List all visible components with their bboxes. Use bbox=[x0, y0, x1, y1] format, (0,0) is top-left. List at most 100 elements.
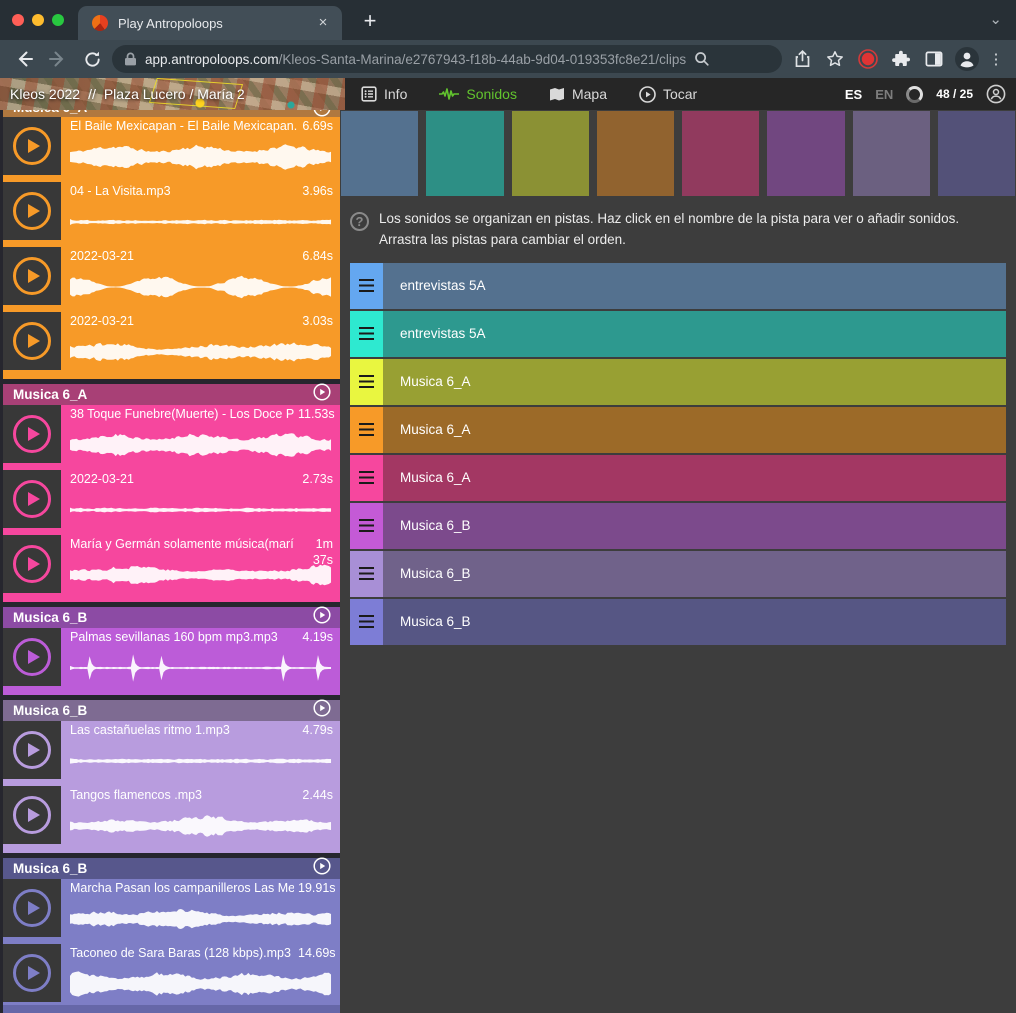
clip-title: 2022-03-21 bbox=[70, 472, 298, 486]
track-row[interactable]: Musica 6_B bbox=[350, 503, 1006, 549]
track-section-header[interactable]: Musica 6_A bbox=[3, 110, 340, 117]
tab-search-chevron-icon[interactable]: ⌄ bbox=[989, 10, 1002, 28]
lang-en[interactable]: EN bbox=[875, 87, 893, 102]
track-row[interactable]: entrevistas 5A bbox=[350, 311, 1006, 357]
tab-close-icon[interactable]: × bbox=[314, 14, 332, 32]
clip[interactable]: 2022-03-216.84s bbox=[3, 247, 340, 307]
track-name-button[interactable]: Musica 6_B bbox=[383, 551, 1006, 597]
clip-play-button[interactable] bbox=[3, 628, 61, 686]
track-drag-handle[interactable] bbox=[350, 407, 383, 453]
track-name-button[interactable]: entrevistas 5A bbox=[383, 311, 1006, 357]
clip[interactable]: María y Germán solamente música(maría 2.… bbox=[3, 535, 340, 595]
section-play-button[interactable] bbox=[313, 699, 331, 722]
track-name-button[interactable]: Musica 6_B bbox=[383, 599, 1006, 645]
new-tab-button[interactable]: + bbox=[356, 8, 384, 36]
track-drag-handle[interactable] bbox=[350, 455, 383, 501]
clip-waveform bbox=[70, 495, 333, 525]
track-drag-handle[interactable] bbox=[350, 551, 383, 597]
track-name-button[interactable]: Musica 6_A bbox=[383, 407, 1006, 453]
clip[interactable]: Taconeo de Sara Baras (128 kbps).mp314.6… bbox=[3, 944, 340, 1004]
clip-play-button[interactable] bbox=[3, 470, 61, 528]
lang-es[interactable]: ES bbox=[845, 87, 862, 102]
address-bar[interactable]: app.antropoloops.com/Kleos-Santa-Marina/… bbox=[112, 45, 782, 73]
zoom-icon[interactable] bbox=[694, 51, 710, 67]
track-color-swatch[interactable] bbox=[682, 111, 759, 196]
track-section-header[interactable]: Musica 6_B bbox=[3, 858, 340, 879]
breadcrumb-project[interactable]: Kleos 2022 bbox=[10, 86, 80, 102]
clip-duration: 2.73s bbox=[302, 472, 333, 488]
clip-play-button[interactable] bbox=[3, 312, 61, 370]
section-play-button[interactable] bbox=[313, 383, 331, 406]
map-thumbnail[interactable]: Kleos 2022 // Plaza Lucero / María 2 bbox=[0, 78, 345, 110]
window-close-icon[interactable] bbox=[12, 14, 24, 26]
clip-play-button[interactable] bbox=[3, 117, 61, 175]
clip[interactable]: Tangos flamencos .mp32.44s bbox=[3, 786, 340, 846]
profile-button[interactable] bbox=[953, 45, 981, 73]
track-name-button[interactable]: entrevistas 5A bbox=[383, 263, 1006, 309]
track-row[interactable]: Musica 6_B bbox=[350, 551, 1006, 597]
clip[interactable]: Palmas sevillanas 160 bpm mp3.mp34.19s bbox=[3, 628, 340, 688]
clip-play-button[interactable] bbox=[3, 247, 61, 305]
window-zoom-icon[interactable] bbox=[52, 14, 64, 26]
clip-meta: Marcha Pasan los campanilleros Las Mejor… bbox=[70, 881, 333, 897]
clip-play-button[interactable] bbox=[3, 535, 61, 593]
tab-sonidos[interactable]: Sonidos bbox=[439, 86, 517, 102]
track-color-swatch[interactable] bbox=[512, 111, 589, 196]
track-drag-handle[interactable] bbox=[350, 311, 383, 357]
tab-tocar[interactable]: Tocar bbox=[639, 86, 697, 103]
track-drag-handle[interactable] bbox=[350, 503, 383, 549]
track-color-swatch[interactable] bbox=[341, 111, 418, 196]
track-row[interactable]: Musica 6_B bbox=[350, 599, 1006, 645]
track-name-button[interactable]: Musica 6_A bbox=[383, 455, 1006, 501]
clip-play-button[interactable] bbox=[3, 879, 61, 937]
clip-play-button[interactable] bbox=[3, 721, 61, 779]
track-drag-handle[interactable] bbox=[350, 263, 383, 309]
recording-indicator[interactable] bbox=[854, 45, 882, 73]
bookmark-button[interactable] bbox=[821, 45, 849, 73]
track-row[interactable]: Musica 6_A bbox=[350, 359, 1006, 405]
side-panel-button[interactable] bbox=[920, 45, 948, 73]
clip[interactable]: 04 - La Visita.mp33.96s bbox=[3, 182, 340, 242]
track-color-swatch[interactable] bbox=[853, 111, 930, 196]
clip-play-button[interactable] bbox=[3, 944, 61, 1002]
clip[interactable]: Las castañuelas ritmo 1.mp34.79s bbox=[3, 721, 340, 781]
track-color-swatch[interactable] bbox=[767, 111, 844, 196]
clip-play-button[interactable] bbox=[3, 182, 61, 240]
track-name-button[interactable]: Musica 6_A bbox=[383, 359, 1006, 405]
section-play-button[interactable] bbox=[313, 110, 331, 117]
track-name-button[interactable]: Musica 6_B bbox=[383, 503, 1006, 549]
clip[interactable]: Marcha Pasan los campanilleros Las Mejor… bbox=[3, 879, 340, 939]
window-minimize-icon[interactable] bbox=[32, 14, 44, 26]
track-row[interactable]: Musica 6_A bbox=[350, 407, 1006, 453]
tab-mapa[interactable]: Mapa bbox=[549, 86, 607, 102]
extensions-button[interactable] bbox=[887, 45, 915, 73]
section-play-button[interactable] bbox=[313, 857, 331, 880]
track-drag-handle[interactable] bbox=[350, 359, 383, 405]
share-button[interactable] bbox=[788, 45, 816, 73]
back-button[interactable] bbox=[10, 45, 38, 73]
browser-menu-button[interactable]: ⋮ bbox=[986, 45, 1006, 73]
clip[interactable]: 2022-03-213.03s bbox=[3, 312, 340, 372]
clip[interactable]: 38 Toque Funebre(Muerte) - Los Doce Par.… bbox=[3, 405, 340, 465]
track-drag-handle[interactable] bbox=[350, 599, 383, 645]
track-row[interactable]: Musica 6_A bbox=[350, 455, 1006, 501]
track-section-header[interactable]: Musica 6_B bbox=[3, 607, 340, 628]
track-color-swatch[interactable] bbox=[426, 111, 503, 196]
clip-waveform bbox=[70, 142, 333, 172]
clip-title: Taconeo de Sara Baras (128 kbps).mp3 bbox=[70, 946, 294, 960]
tab-info[interactable]: Info bbox=[361, 86, 407, 102]
reload-button[interactable] bbox=[78, 45, 106, 73]
clip[interactable]: El Baile Mexicapan - El Baile Mexicapan.… bbox=[3, 117, 340, 177]
browser-tab[interactable]: Play Antropoloops × bbox=[78, 6, 342, 40]
section-play-button[interactable] bbox=[313, 606, 331, 629]
account-icon[interactable] bbox=[986, 84, 1006, 104]
clip-play-button[interactable] bbox=[3, 786, 61, 844]
clip[interactable]: 2022-03-21 2.73s bbox=[3, 470, 340, 530]
track-section-header[interactable]: Musica 6_A bbox=[3, 384, 340, 405]
track-color-swatch[interactable] bbox=[597, 111, 674, 196]
track-row[interactable]: entrevistas 5A bbox=[350, 263, 1006, 309]
clip-play-button[interactable] bbox=[3, 405, 61, 463]
forward-button[interactable] bbox=[44, 45, 72, 73]
track-section-header[interactable]: Musica 6_B bbox=[3, 700, 340, 721]
track-color-swatch[interactable] bbox=[938, 111, 1015, 196]
